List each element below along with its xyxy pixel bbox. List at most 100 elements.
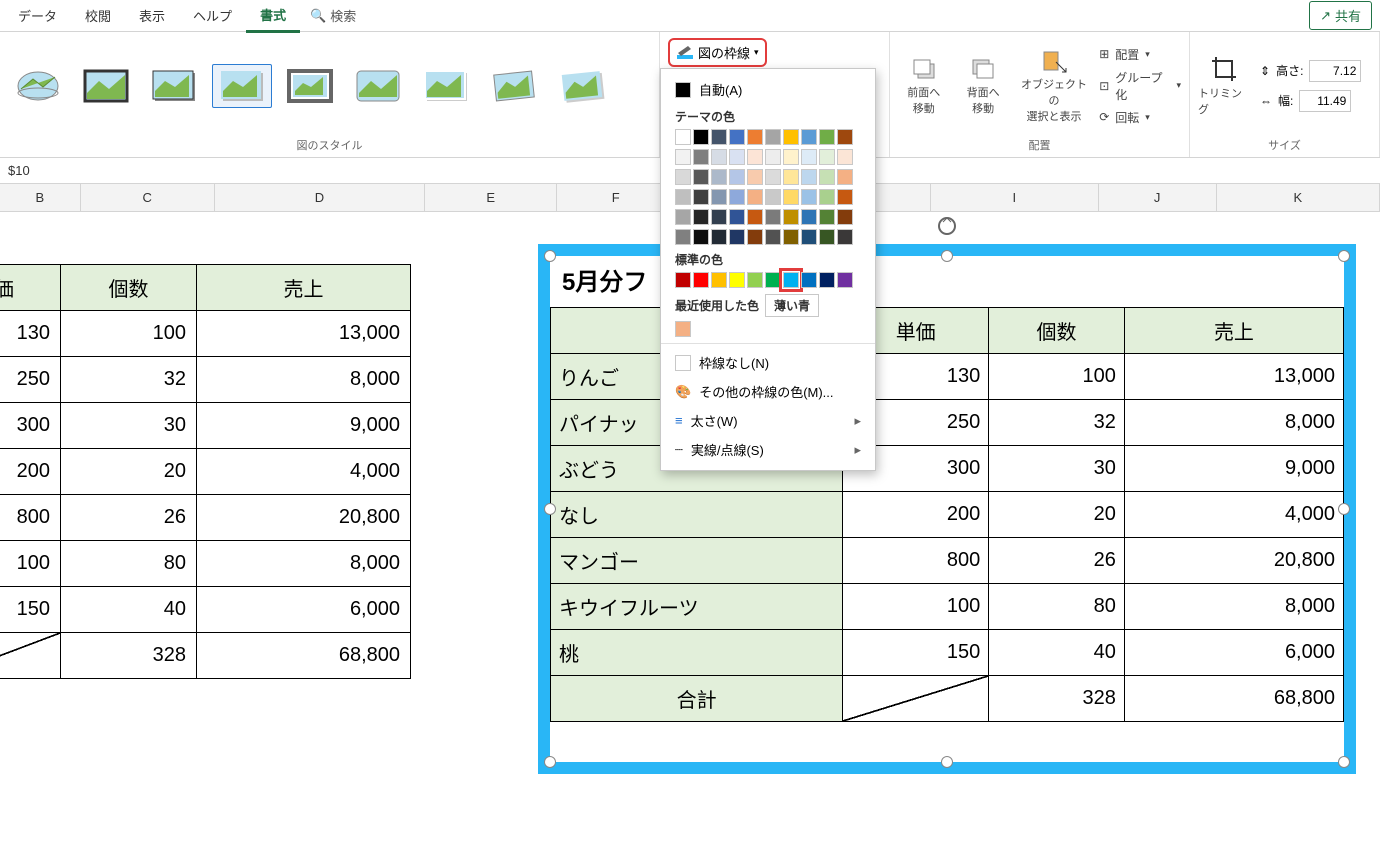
color-swatch[interactable] [729,209,745,225]
color-swatch[interactable] [837,129,853,145]
color-swatch[interactable] [675,149,691,165]
color-swatch[interactable] [711,149,727,165]
color-swatch[interactable] [819,189,835,205]
style-thumb-9[interactable] [552,64,612,108]
picture-styles-gallery[interactable] [8,36,651,135]
color-swatch[interactable] [693,129,709,145]
color-swatch[interactable] [837,272,853,288]
col-header-E[interactable]: E [425,184,557,212]
color-swatch[interactable] [801,129,817,145]
color-swatch[interactable] [693,169,709,185]
color-swatch[interactable] [783,209,799,225]
color-swatch[interactable] [837,169,853,185]
color-swatch[interactable] [801,209,817,225]
color-swatch[interactable] [675,169,691,185]
no-border[interactable]: 枠線なし(N) [661,348,875,377]
color-swatch[interactable] [711,272,727,288]
style-thumb-5[interactable] [280,64,340,108]
border-weight[interactable]: ≡ 太さ(W) ▸ [661,406,875,435]
color-swatch[interactable] [801,149,817,165]
color-swatch[interactable] [729,229,745,245]
color-swatch[interactable] [675,209,691,225]
color-swatch[interactable] [765,272,781,288]
color-swatch[interactable] [837,229,853,245]
color-swatch[interactable] [711,229,727,245]
color-swatch[interactable] [783,189,799,205]
color-swatch[interactable] [747,189,763,205]
color-swatch[interactable] [801,189,817,205]
color-swatch[interactable] [819,272,835,288]
color-swatch[interactable] [765,169,781,185]
color-swatch[interactable] [729,272,745,288]
color-swatch[interactable] [819,229,835,245]
color-swatch[interactable] [675,129,691,145]
color-swatch[interactable] [837,209,853,225]
rotate-handle[interactable] [937,216,957,236]
color-swatch[interactable] [693,209,709,225]
color-swatch[interactable] [675,321,691,337]
color-swatch[interactable] [747,209,763,225]
color-swatch[interactable] [783,129,799,145]
color-swatch[interactable] [801,169,817,185]
color-swatch[interactable] [693,149,709,165]
color-swatch[interactable] [711,209,727,225]
resize-handle-se[interactable] [1338,756,1350,768]
color-swatch[interactable] [747,169,763,185]
resize-handle-e[interactable] [1338,503,1350,515]
search-box[interactable]: 🔍 検索 [300,6,366,25]
tab-view[interactable]: 表示 [125,0,179,31]
color-swatch[interactable] [747,149,763,165]
selection-pane-button[interactable]: オブジェクトの 選択と表示 [1017,48,1091,124]
style-thumb-3[interactable] [144,64,204,108]
tab-help[interactable]: ヘルプ [179,0,246,31]
resize-handle-w[interactable] [544,503,556,515]
border-auto[interactable]: 自動(A) [661,75,875,104]
more-border-colors[interactable]: 🎨 その他の枠線の色(M)... [661,377,875,406]
col-header-K[interactable]: K [1217,184,1380,212]
rotate-button[interactable]: ⟳回転▾ [1099,109,1181,126]
color-swatch[interactable] [783,229,799,245]
color-swatch[interactable] [819,149,835,165]
color-swatch[interactable] [819,129,835,145]
col-header-C[interactable]: C [81,184,215,212]
color-swatch[interactable] [837,149,853,165]
color-swatch[interactable] [729,189,745,205]
col-header-I[interactable]: I [931,184,1098,212]
style-thumb-1[interactable] [8,64,68,108]
color-swatch[interactable] [693,229,709,245]
color-swatch[interactable] [765,229,781,245]
style-thumb-4[interactable] [212,64,272,108]
picture-border-button[interactable]: 図の枠線 ▾ [668,38,767,67]
color-swatch[interactable] [693,189,709,205]
resize-handle-s[interactable] [941,756,953,768]
width-field[interactable]: ⇔ 幅: [1260,90,1361,112]
color-swatch[interactable] [801,229,817,245]
color-swatch[interactable] [711,169,727,185]
color-swatch[interactable] [765,129,781,145]
color-swatch[interactable] [819,169,835,185]
color-swatch[interactable] [729,169,745,185]
col-header-J[interactable]: J [1099,184,1217,212]
resize-handle-sw[interactable] [544,756,556,768]
recent-color-chip[interactable]: 薄い青 [765,294,819,317]
color-swatch[interactable] [747,129,763,145]
color-swatch[interactable] [783,169,799,185]
color-swatch[interactable] [783,149,799,165]
resize-handle-ne[interactable] [1338,250,1350,262]
style-thumb-2[interactable] [76,64,136,108]
color-swatch[interactable] [747,229,763,245]
color-swatch[interactable] [765,149,781,165]
color-swatch[interactable] [675,189,691,205]
col-header-F[interactable]: F [557,184,675,212]
col-header-D[interactable]: D [215,184,426,212]
color-swatch[interactable] [729,149,745,165]
col-header-B[interactable]: B [0,184,81,212]
align-button[interactable]: ⊞配置▾ [1099,46,1181,63]
resize-handle-nw[interactable] [544,250,556,262]
color-swatch[interactable] [693,272,709,288]
style-thumb-8[interactable] [484,64,544,108]
color-swatch[interactable] [729,129,745,145]
height-input[interactable] [1309,60,1361,82]
group-button[interactable]: ⊡グループ化▾ [1099,69,1181,103]
color-swatch[interactable] [711,189,727,205]
